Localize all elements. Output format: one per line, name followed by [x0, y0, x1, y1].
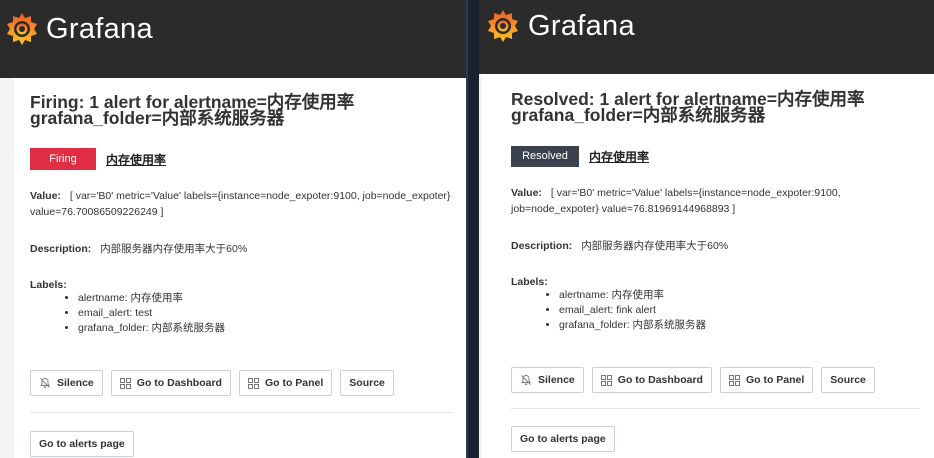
panel-label: Go to Panel [745, 374, 805, 386]
alert-rule-link[interactable]: 内存使用率 [589, 148, 649, 165]
grafana-logo-icon [7, 13, 37, 45]
description-field: Description: 内部服务器内存使用率大于60% [511, 238, 920, 254]
value-label: Value: [511, 187, 542, 199]
status-row: Resolved 内存使用率 [511, 145, 920, 167]
alert-rule-link[interactable]: 内存使用率 [106, 151, 166, 168]
go-to-dashboard-button[interactable]: Go to Dashboard [110, 370, 231, 396]
alerts-page-label: Go to alerts page [520, 433, 606, 445]
description-field: Description: 内部服务器内存使用率大于60% [30, 241, 452, 257]
value-text: [ var='B0' metric='Value' labels={instan… [511, 187, 841, 215]
alert-title-line-2: grafana_folder=内部系统服务器 [30, 108, 285, 128]
grafana-logo-icon [488, 10, 518, 42]
panel-label: Go to Panel [264, 377, 324, 389]
dashboard-icon [119, 377, 131, 389]
action-buttons: Silence Go to Dashboard Go to Panel Sour… [511, 367, 920, 393]
go-to-alerts-page-button[interactable]: Go to alerts page [30, 431, 134, 457]
source-button[interactable]: Source [821, 367, 875, 393]
list-item: alertname: 内存使用率 [78, 291, 452, 306]
source-button[interactable]: Source [340, 370, 394, 396]
silence-label: Silence [538, 374, 575, 386]
description-text: 内部服务器内存使用率大于60% [581, 240, 729, 252]
go-to-panel-button[interactable]: Go to Panel [719, 367, 814, 393]
dashboard-label: Go to Dashboard [136, 377, 222, 389]
action-buttons: Silence Go to Dashboard Go to Panel Sour… [30, 370, 452, 396]
firing-email-panel: Grafana Firing: 1 alert for alertname=内存… [0, 0, 468, 458]
bell-slash-icon [521, 375, 531, 385]
panel-separator [468, 0, 479, 458]
value-field: Value: [ var='B0' metric='Value' labels=… [511, 185, 920, 217]
silence-button[interactable]: Silence [511, 367, 584, 393]
value-text: [ var='B0' metric='Value' labels={instan… [30, 190, 451, 218]
alert-title: Resolved: 1 alert for alertname=内存使用率 gr… [511, 90, 920, 125]
list-item: grafana_folder: 内部系统服务器 [78, 321, 452, 336]
status-badge: Resolved [511, 145, 579, 167]
dashboard-icon [600, 374, 612, 386]
alert-title: Firing: 1 alert for alertname=内存使用率 graf… [30, 93, 452, 128]
value-field: Value: [ var='B0' metric='Value' labels=… [30, 188, 452, 220]
panel-icon [247, 377, 259, 389]
divider [30, 412, 452, 413]
silence-label: Silence [57, 377, 94, 389]
go-to-dashboard-button[interactable]: Go to Dashboard [591, 367, 712, 393]
list-item: email_alert: fink alert [559, 303, 920, 318]
go-to-alerts-page-button[interactable]: Go to alerts page [511, 426, 615, 452]
alert-title-line-2: grafana_folder=内部系统服务器 [511, 105, 766, 125]
list-item: email_alert: test [78, 306, 452, 321]
alerts-page-label: Go to alerts page [39, 438, 125, 450]
status-row: Firing 内存使用率 [30, 148, 452, 170]
status-badge: Firing [30, 148, 96, 170]
go-to-panel-button[interactable]: Go to Panel [238, 370, 333, 396]
labels-list: alertname: 内存使用率 email_alert: test grafa… [30, 291, 452, 336]
labels-label: Labels: [30, 279, 67, 291]
list-item: grafana_folder: 内部系统服务器 [559, 318, 920, 333]
email-card: Resolved: 1 alert for alertname=内存使用率 gr… [482, 74, 934, 458]
dashboard-label: Go to Dashboard [617, 374, 703, 386]
description-label: Description: [511, 240, 573, 252]
value-label: Value: [30, 190, 61, 202]
list-item: alertname: 内存使用率 [559, 288, 920, 303]
source-label: Source [349, 377, 385, 389]
email-header: Grafana [0, 0, 466, 78]
source-label: Source [830, 374, 866, 386]
bell-slash-icon [40, 378, 50, 388]
divider [511, 408, 920, 409]
description-label: Description: [30, 243, 92, 255]
labels-list: alertname: 内存使用率 email_alert: fink alert… [511, 288, 920, 333]
resolved-email-panel: Grafana Resolved: 1 alert for alertname=… [479, 0, 934, 458]
description-text: 内部服务器内存使用率大于60% [100, 243, 248, 255]
silence-button[interactable]: Silence [30, 370, 103, 396]
brand-name: Grafana [528, 10, 635, 42]
panel-icon [728, 374, 740, 386]
email-header: Grafana [479, 0, 934, 74]
email-card: Firing: 1 alert for alertname=内存使用率 graf… [14, 78, 466, 458]
labels-label: Labels: [511, 276, 548, 288]
brand-name: Grafana [46, 13, 153, 45]
